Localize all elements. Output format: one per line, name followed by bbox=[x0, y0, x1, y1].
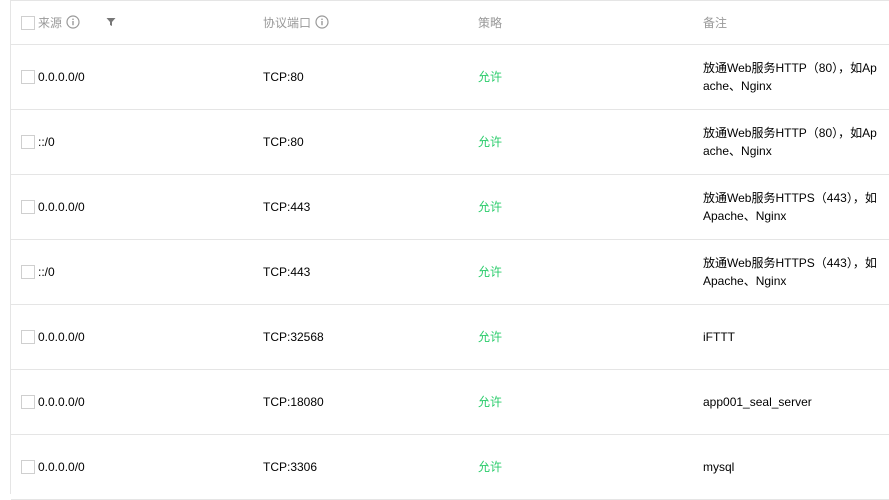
table-row: 0.0.0.0/0 TCP:18080 允许 app001_seal_serve… bbox=[11, 369, 889, 435]
source-cell: ::/0 bbox=[38, 239, 263, 305]
row-checkbox[interactable] bbox=[21, 199, 35, 214]
table-row: 0.0.0.0/0 TCP:3306 允许 mysql bbox=[11, 434, 889, 500]
col-note-header: 备注 bbox=[693, 1, 889, 45]
source-cell: 0.0.0.0/0 bbox=[38, 369, 263, 435]
col-source-header: 来源 bbox=[38, 1, 263, 45]
row-select-cell bbox=[11, 239, 38, 305]
note-value: 放通Web服务HTTPS（443），如Apache、Nginx bbox=[703, 255, 877, 288]
note-cell: 放通Web服务HTTPS（443），如Apache、Nginx bbox=[693, 239, 889, 305]
protocol-port-value: TCP:443 bbox=[263, 264, 311, 279]
policy-cell: 允许 bbox=[478, 44, 693, 110]
table-row: 0.0.0.0/0 TCP:32568 允许 iFTTT bbox=[11, 304, 889, 370]
table-row: ::/0 TCP:443 允许 放通Web服务HTTPS（443），如Apach… bbox=[11, 239, 889, 305]
table-row: ::/0 TCP:80 允许 放通Web服务HTTP（80），如Apache、N… bbox=[11, 109, 889, 175]
protocol-port-value: TCP:80 bbox=[263, 134, 304, 149]
policy-value: 允许 bbox=[478, 395, 503, 409]
protocol-cell: TCP:18080 bbox=[263, 369, 478, 435]
row-checkbox[interactable] bbox=[21, 459, 35, 474]
row-select-cell bbox=[11, 369, 38, 435]
col-note-label: 备注 bbox=[703, 15, 728, 30]
protocol-cell: TCP:443 bbox=[263, 239, 478, 305]
protocol-port-value: TCP:3306 bbox=[263, 459, 318, 474]
note-value: 放通Web服务HTTP（80），如Apache、Nginx bbox=[703, 125, 877, 158]
col-policy-header: 策略 bbox=[478, 1, 693, 45]
source-cell: ::/0 bbox=[38, 109, 263, 175]
row-checkbox[interactable] bbox=[21, 394, 35, 409]
policy-cell: 允许 bbox=[478, 109, 693, 175]
source-cell: 0.0.0.0/0 bbox=[38, 304, 263, 370]
row-select-cell bbox=[11, 174, 38, 240]
source-value: 0.0.0.0/0 bbox=[38, 394, 85, 409]
source-value: 0.0.0.0/0 bbox=[38, 459, 85, 474]
protocol-cell: TCP:32568 bbox=[263, 304, 478, 370]
note-value: 放通Web服务HTTPS（443），如Apache、Nginx bbox=[703, 190, 877, 223]
row-select-cell bbox=[11, 44, 38, 110]
policy-cell: 允许 bbox=[478, 369, 693, 435]
row-checkbox[interactable] bbox=[21, 329, 35, 344]
protocol-cell: TCP:80 bbox=[263, 109, 478, 175]
source-cell: 0.0.0.0/0 bbox=[38, 434, 263, 500]
note-cell: 放通Web服务HTTP（80），如Apache、Nginx bbox=[693, 44, 889, 110]
policy-value: 允许 bbox=[478, 330, 503, 344]
note-value: mysql bbox=[703, 459, 735, 474]
protocol-cell: TCP:80 bbox=[263, 44, 478, 110]
col-source-label: 来源 bbox=[38, 15, 63, 30]
row-select-cell bbox=[11, 304, 38, 370]
protocol-port-value: TCP:443 bbox=[263, 199, 311, 214]
security-rules-panel: 来源 协议端口 策略 备注 0.0.0.0/0 TCP:80 允许 放通Web服… bbox=[10, 0, 889, 500]
row-checkbox[interactable] bbox=[21, 134, 35, 149]
policy-cell: 允许 bbox=[478, 304, 693, 370]
protocol-cell: TCP:443 bbox=[263, 174, 478, 240]
policy-cell: 允许 bbox=[478, 174, 693, 240]
row-checkbox[interactable] bbox=[21, 69, 35, 84]
protocol-port-value: TCP:32568 bbox=[263, 329, 324, 344]
policy-cell: 允许 bbox=[478, 434, 693, 500]
col-protocol-label: 协议端口 bbox=[263, 15, 312, 30]
row-checkbox[interactable] bbox=[21, 264, 35, 279]
info-icon[interactable] bbox=[66, 15, 80, 29]
policy-value: 允许 bbox=[478, 70, 503, 84]
table-row: 0.0.0.0/0 TCP:80 允许 放通Web服务HTTP（80），如Apa… bbox=[11, 44, 889, 110]
policy-value: 允许 bbox=[478, 460, 503, 474]
note-value: iFTTT bbox=[703, 329, 735, 344]
col-protocol-header: 协议端口 bbox=[263, 1, 478, 45]
info-icon[interactable] bbox=[315, 15, 329, 29]
source-value: ::/0 bbox=[38, 264, 55, 279]
select-all-checkbox[interactable] bbox=[21, 15, 35, 30]
protocol-port-value: TCP:18080 bbox=[263, 394, 324, 409]
note-cell: app001_seal_server bbox=[693, 369, 889, 435]
source-value: 0.0.0.0/0 bbox=[38, 199, 85, 214]
source-value: ::/0 bbox=[38, 134, 55, 149]
note-cell: 放通Web服务HTTP（80），如Apache、Nginx bbox=[693, 109, 889, 175]
col-policy-label: 策略 bbox=[478, 15, 503, 30]
note-cell: mysql bbox=[693, 434, 889, 500]
policy-value: 允许 bbox=[478, 265, 503, 279]
note-value: app001_seal_server bbox=[703, 394, 812, 409]
policy-value: 允许 bbox=[478, 135, 503, 149]
select-all-cell bbox=[11, 1, 38, 45]
note-cell: iFTTT bbox=[693, 304, 889, 370]
source-value: 0.0.0.0/0 bbox=[38, 329, 85, 344]
policy-value: 允许 bbox=[478, 200, 503, 214]
row-select-cell bbox=[11, 109, 38, 175]
note-cell: 放通Web服务HTTPS（443），如Apache、Nginx bbox=[693, 174, 889, 240]
protocol-cell: TCP:3306 bbox=[263, 434, 478, 500]
filter-icon[interactable] bbox=[106, 17, 116, 27]
source-cell: 0.0.0.0/0 bbox=[38, 174, 263, 240]
table-header-row: 来源 协议端口 策略 备注 bbox=[11, 1, 889, 45]
source-cell: 0.0.0.0/0 bbox=[38, 44, 263, 110]
policy-cell: 允许 bbox=[478, 239, 693, 305]
row-select-cell bbox=[11, 434, 38, 500]
rules-table: 来源 协议端口 策略 备注 0.0.0.0/0 TCP:80 允许 放通Web服… bbox=[11, 1, 889, 500]
note-value: 放通Web服务HTTP（80），如Apache、Nginx bbox=[703, 60, 877, 93]
source-value: 0.0.0.0/0 bbox=[38, 69, 85, 84]
protocol-port-value: TCP:80 bbox=[263, 69, 304, 84]
table-row: 0.0.0.0/0 TCP:443 允许 放通Web服务HTTPS（443），如… bbox=[11, 174, 889, 240]
